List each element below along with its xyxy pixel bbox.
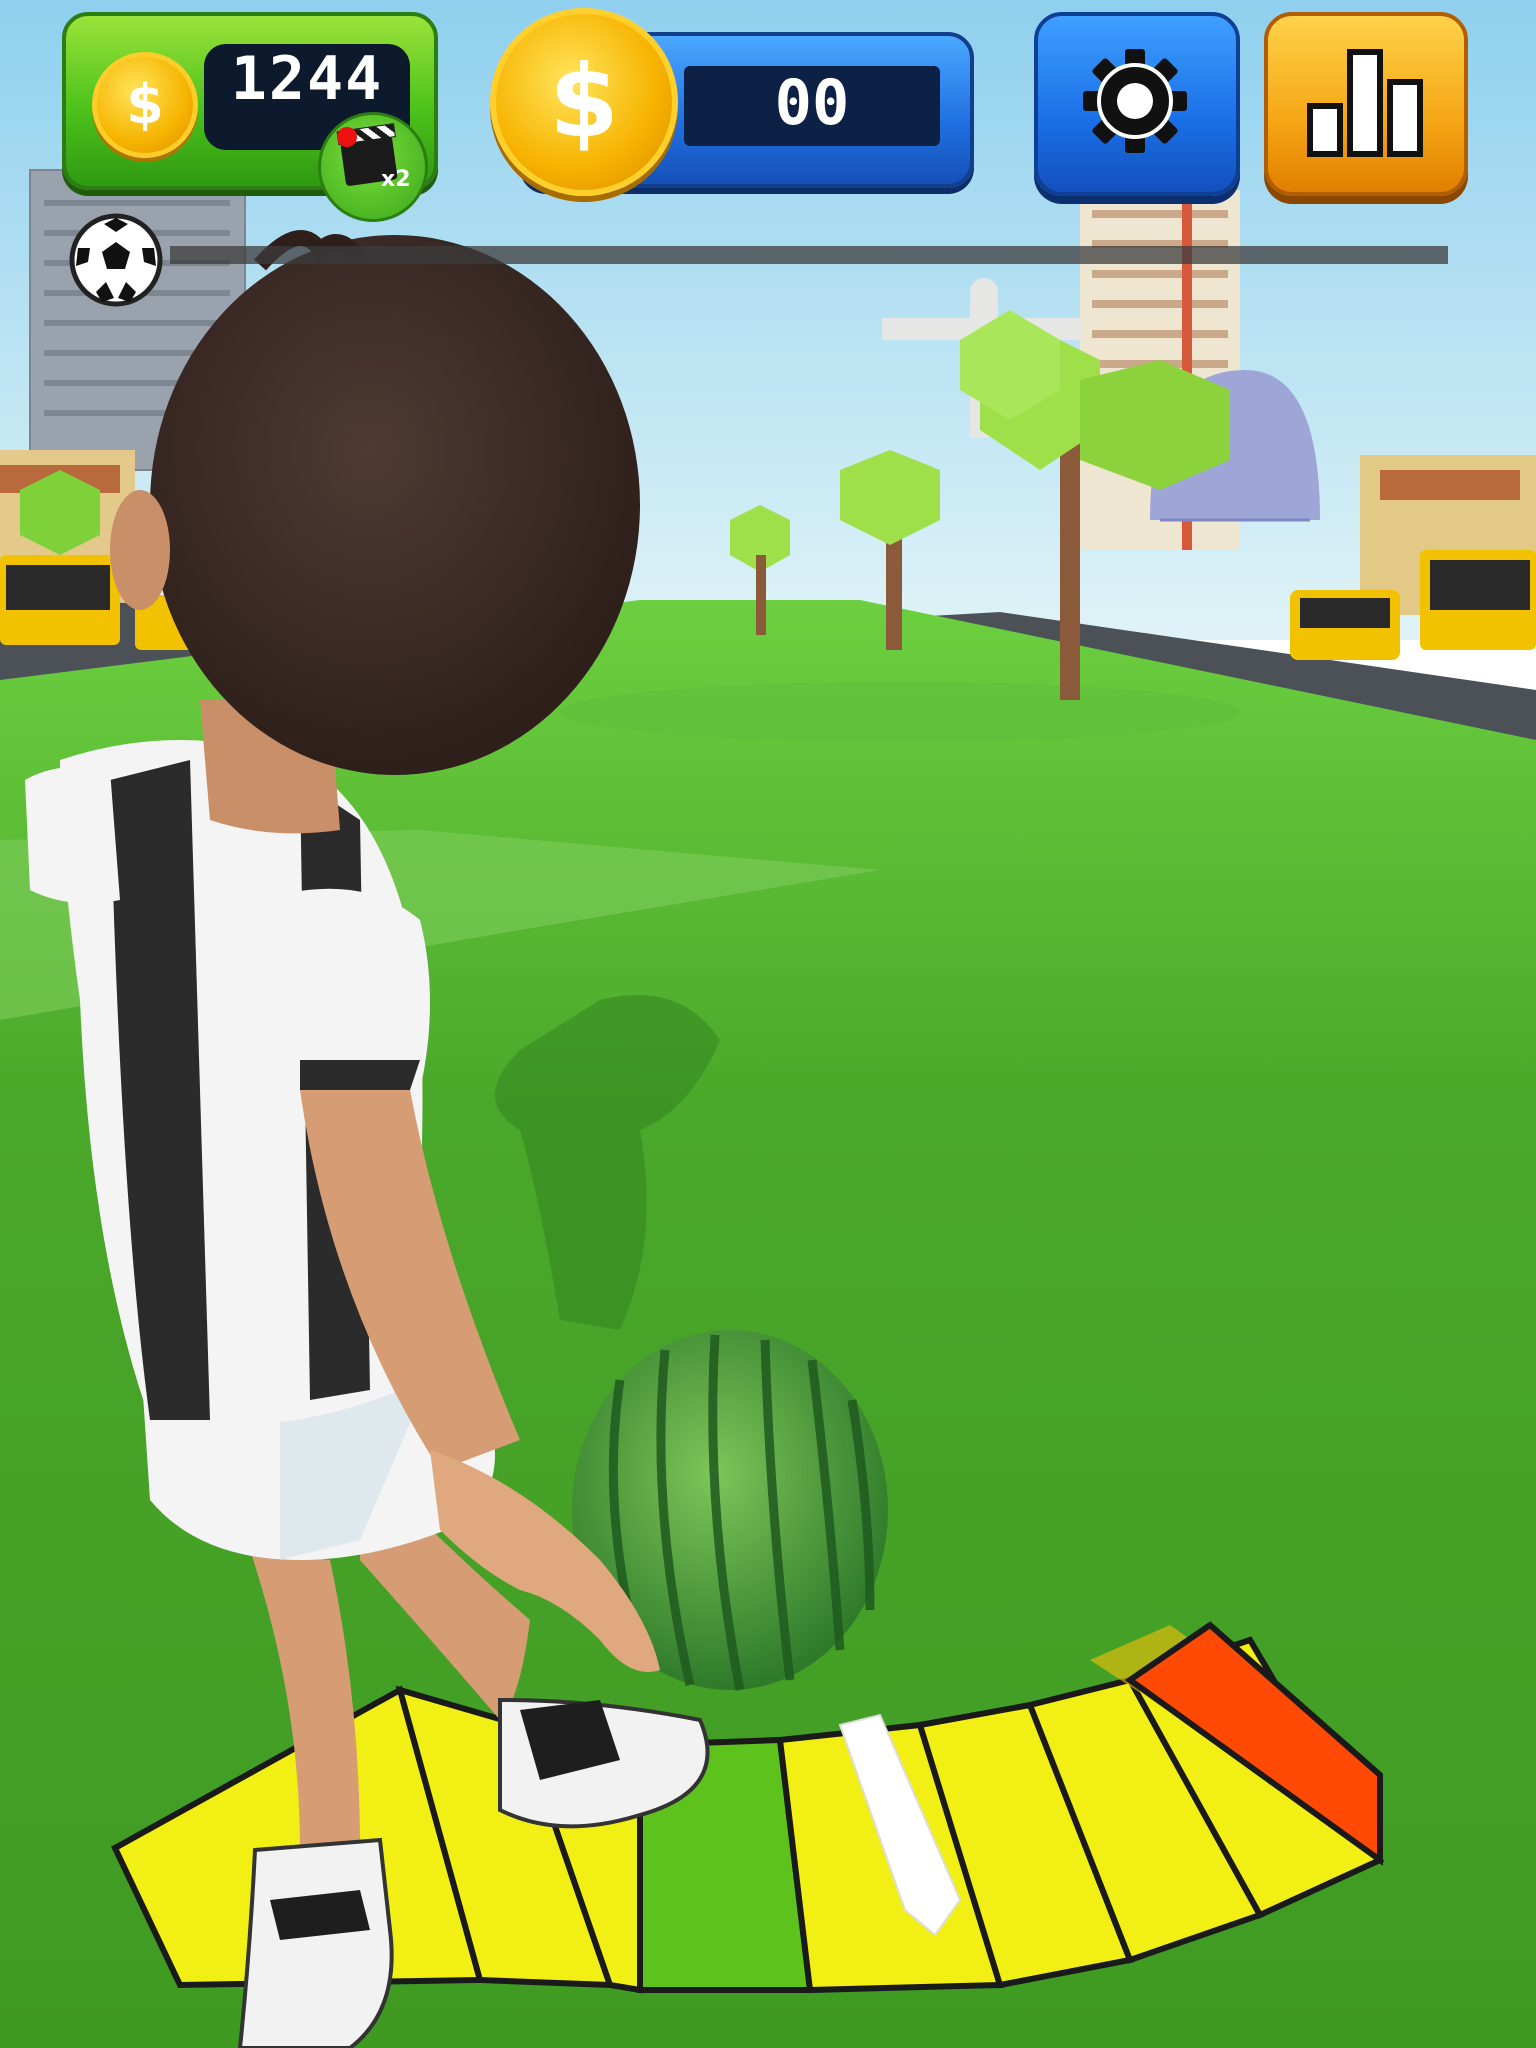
watch-video-x2-button[interactable]: x2 bbox=[318, 112, 428, 222]
kick-progress-bar bbox=[170, 246, 1448, 264]
coin-icon: $ bbox=[92, 52, 198, 158]
settings-button[interactable] bbox=[1034, 12, 1240, 196]
score-box: 00 bbox=[684, 66, 940, 146]
leaderboard-button[interactable] bbox=[1264, 12, 1468, 196]
gear-icon bbox=[1083, 49, 1187, 153]
soccer-ball-icon bbox=[69, 213, 163, 307]
bar-chart-icon bbox=[1307, 49, 1423, 157]
game-scene[interactable] bbox=[0, 0, 1536, 2048]
coin-count: 1244 bbox=[230, 44, 384, 114]
score-coin-icon: $ bbox=[490, 8, 678, 196]
score-value: 00 bbox=[774, 66, 850, 139]
play-icon bbox=[337, 127, 357, 147]
multiplier-label: x2 bbox=[381, 167, 411, 192]
